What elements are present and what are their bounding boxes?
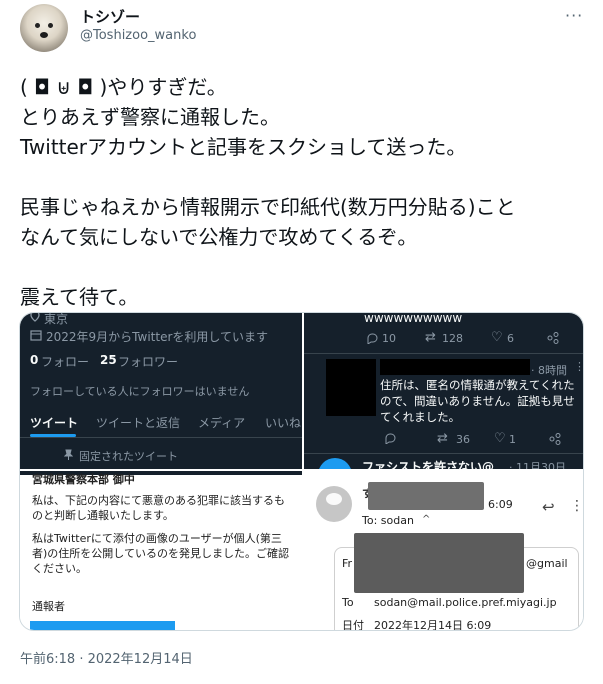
date-label: 日付 [342,619,364,631]
share-icon [549,433,561,445]
next-user-name: ファシストを許さない@ [362,460,495,469]
location-icon [30,313,40,322]
tab-tweets-replies[interactable]: ツイートと返信 [96,414,180,431]
like-icon: ♡ [494,431,506,446]
profile-location: 東京 [44,313,69,326]
like-icon: ♡ [491,330,503,345]
reply-retweet-count: 36 [456,433,470,446]
share-icon [547,332,559,344]
top-retweet-count: 128 [442,332,463,345]
from-label: Fr [342,557,353,570]
pin-icon [64,449,73,460]
report-addressee: 宮城県警察本部 御中 [32,473,135,486]
to-label: To [342,596,354,609]
reply-like-count: 1 [509,433,516,446]
more-options-icon[interactable]: ··· [565,6,583,25]
user-avatar[interactable] [20,4,68,52]
report-document-screenshot[interactable]: 宮城県警察本部 御中 私は、下記の内容にて悪意のある犯罪に該当するものと判断し通… [20,471,302,630]
display-name[interactable]: トシゾー [80,6,140,27]
redacted-username [380,359,530,375]
from-suffix: @gmail [526,557,568,570]
following-label[interactable]: フォロー [41,353,89,370]
calendar-icon [30,330,42,341]
followers-label[interactable]: フォロワー [118,353,178,370]
profile-screenshot[interactable]: 東京 2022年9月からTwitterを利用しています 0 フォロー 25 フォ… [20,313,302,469]
no-mutuals-note: フォローしている人にフォロワーはいません [30,385,250,398]
redacted-sender [368,482,484,510]
retweet-icon: ⇄ [437,431,448,446]
followers-count: 25 [100,353,117,367]
next-user-avatar [318,458,352,469]
report-paragraph-1: 私は、下記の内容にて悪意のある犯罪に該当するものと判断し通報いたします。 [32,494,285,522]
redacted-avatar [326,359,376,416]
tweet-timestamp[interactable]: 午前6:18 · 2022年12月14日 [20,648,193,667]
pinned-label: 固定されたツイート [79,450,178,463]
chevron-up-icon[interactable]: ^ [422,514,430,525]
retweet-icon: ⇄ [425,330,436,345]
to-address: sodan@mail.police.pref.miyagi.jp [374,596,557,609]
top-tweet-text: wwwwwwwwww [364,313,463,325]
profile-joined: 2022年9月からTwitterを利用しています [46,330,269,344]
reporter-label: 通報者 [32,600,65,613]
email-screenshot[interactable]: す 6:09 ↩ ⋮ To: sodan ^ Fr @gmail To soda… [304,471,583,631]
media-grid[interactable]: 東京 2022年9月からTwitterを利用しています 0 フォロー 25 フォ… [19,312,584,631]
following-count: 0 [30,353,39,367]
redacted-from-address [354,533,524,593]
next-user-date: · 11月30日 [509,461,566,469]
reply-screenshot[interactable]: wwwwwwwwww 10 ⇄ 128 ♡ 6 · 8時間 ⋮ 住所は、匿名の情… [304,313,583,469]
tab-tweets[interactable]: ツイート [30,414,78,431]
date-value: 2022年12月14日 6:09 [374,619,492,631]
user-handle[interactable]: @Toshizoo_wanko [80,28,196,43]
email-time: 6:09 [488,498,513,511]
reply-more-icon[interactable]: ⋮ [574,360,583,373]
reply-time: · 8時間 [531,364,567,377]
tab-likes[interactable]: いいね [265,414,301,431]
email-more-icon[interactable]: ⋮ [570,498,583,514]
report-paragraph-2: 私はTwitterにて添付の画像のユーザーが個人(第三者)の住所を公開しているの… [32,532,289,575]
tab-media[interactable]: メディア [198,414,245,431]
email-to-line: To: sodan [362,514,414,527]
reply-icon [385,433,396,444]
tweet-text: ( ◘ ⊎ ◘ )やりすぎだ。 とりあえず警察に通報した。 Twitterアカウ… [20,75,516,309]
top-reply-count: 10 [382,332,396,345]
reply-icon [367,333,378,344]
top-like-count: 6 [507,332,514,345]
reply-arrow-icon[interactable]: ↩ [542,498,555,516]
reply-body: 住所は、匿名の情報通が教えてくれたので、間違いありません。証拠も見せてくれました… [380,378,575,424]
